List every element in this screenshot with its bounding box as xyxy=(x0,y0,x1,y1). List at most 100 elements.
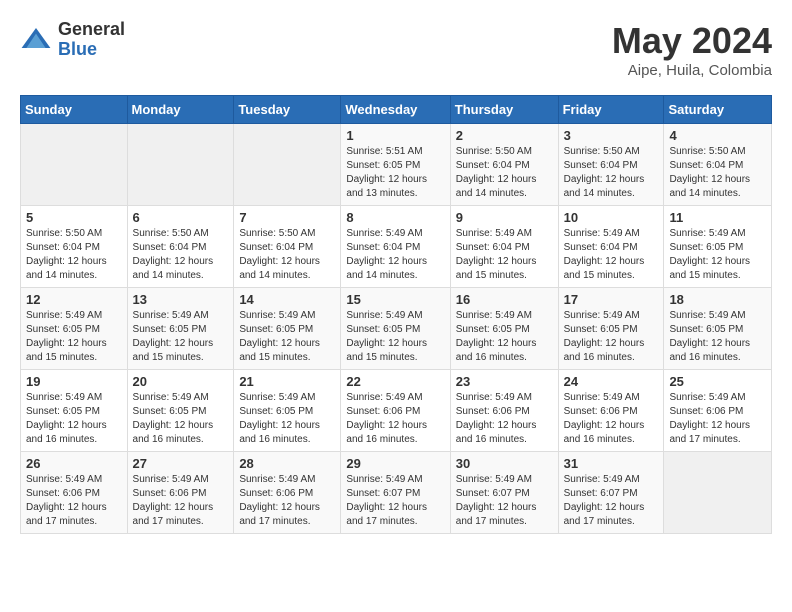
calendar-cell: 11 Sunrise: 5:49 AMSunset: 6:05 PMDayligh… xyxy=(664,206,772,288)
day-number: 27 xyxy=(133,456,229,471)
day-info: Sunrise: 5:49 AMSunset: 6:06 PMDaylight:… xyxy=(669,391,766,447)
day-number: 17 xyxy=(564,292,659,307)
day-info: Sunrise: 5:49 AMSunset: 6:07 PMDaylight:… xyxy=(456,473,553,529)
day-number: 19 xyxy=(26,374,122,389)
calendar-week-row: 26 Sunrise: 5:49 AMSunset: 6:06 PMDayligh… xyxy=(21,452,772,534)
day-info: Sunrise: 5:49 AMSunset: 6:06 PMDaylight:… xyxy=(564,391,659,447)
weekday-header: Wednesday xyxy=(341,96,450,124)
day-number: 21 xyxy=(239,374,335,389)
day-info: Sunrise: 5:49 AMSunset: 6:05 PMDaylight:… xyxy=(669,227,766,283)
day-info: Sunrise: 5:49 AMSunset: 6:05 PMDaylight:… xyxy=(239,391,335,447)
day-info: Sunrise: 5:49 AMSunset: 6:07 PMDaylight:… xyxy=(346,473,444,529)
calendar-cell xyxy=(21,124,128,206)
day-number: 14 xyxy=(239,292,335,307)
day-number: 2 xyxy=(456,128,553,143)
calendar-cell: 27Sunrise: 5:49 AMSunset: 6:06 PMDayligh… xyxy=(127,452,234,534)
calendar-cell: 3Sunrise: 5:50 AMSunset: 6:04 PMDaylight… xyxy=(558,124,664,206)
day-info: Sunrise: 5:49 AMSunset: 6:05 PMDaylight:… xyxy=(669,309,766,365)
calendar-cell: 5Sunrise: 5:50 AMSunset: 6:04 PMDaylight… xyxy=(21,206,128,288)
day-number: 9 xyxy=(456,210,553,225)
location-text: Aipe, Huila, Colombia xyxy=(612,62,772,79)
calendar-cell: 20Sunrise: 5:49 AMSunset: 6:05 PMDayligh… xyxy=(127,370,234,452)
calendar-cell: 17 Sunrise: 5:49 AMSunset: 6:05 PMDayligh… xyxy=(558,288,664,370)
day-info: Sunrise: 5:49 AMSunset: 6:05 PMDaylight:… xyxy=(456,309,553,365)
calendar-cell: 30 Sunrise: 5:49 AMSunset: 6:07 PMDayligh… xyxy=(450,452,558,534)
calendar-cell: 6 Sunrise: 5:50 AMSunset: 6:04 PMDaylight… xyxy=(127,206,234,288)
day-number: 12 xyxy=(26,292,122,307)
day-number: 24 xyxy=(564,374,659,389)
day-info: Sunrise: 5:49 AMSunset: 6:06 PMDaylight:… xyxy=(346,391,444,447)
logo: General Blue xyxy=(20,20,125,60)
calendar-cell: 21 Sunrise: 5:49 AMSunset: 6:05 PMDayligh… xyxy=(234,370,341,452)
day-info: Sunrise: 5:50 AMSunset: 6:04 PMDaylight:… xyxy=(456,145,553,201)
day-number: 26 xyxy=(26,456,122,471)
calendar-cell: 22 Sunrise: 5:49 AMSunset: 6:06 PMDayligh… xyxy=(341,370,450,452)
calendar-week-row: 5Sunrise: 5:50 AMSunset: 6:04 PMDaylight… xyxy=(21,206,772,288)
weekday-header: Sunday xyxy=(21,96,128,124)
calendar-cell: 18 Sunrise: 5:49 AMSunset: 6:05 PMDayligh… xyxy=(664,288,772,370)
day-info: Sunrise: 5:49 AMSunset: 6:04 PMDaylight:… xyxy=(564,227,659,283)
calendar-cell: 8 Sunrise: 5:49 AMSunset: 6:04 PMDaylight… xyxy=(341,206,450,288)
calendar-cell: 28 Sunrise: 5:49 AMSunset: 6:06 PMDayligh… xyxy=(234,452,341,534)
day-number: 30 xyxy=(456,456,553,471)
day-number: 1 xyxy=(346,128,444,143)
calendar-cell: 29 Sunrise: 5:49 AMSunset: 6:07 PMDayligh… xyxy=(341,452,450,534)
weekday-header-row: SundayMondayTuesdayWednesdayThursdayFrid… xyxy=(21,96,772,124)
calendar-week-row: 12 Sunrise: 5:49 AMSunset: 6:05 PMDayligh… xyxy=(21,288,772,370)
calendar-cell: 19 Sunrise: 5:49 AMSunset: 6:05 PMDayligh… xyxy=(21,370,128,452)
calendar-week-row: 19 Sunrise: 5:49 AMSunset: 6:05 PMDayligh… xyxy=(21,370,772,452)
day-number: 31 xyxy=(564,456,659,471)
day-number: 18 xyxy=(669,292,766,307)
day-info: Sunrise: 5:49 AMSunset: 6:05 PMDaylight:… xyxy=(346,309,444,365)
day-number: 7 xyxy=(239,210,335,225)
day-number: 28 xyxy=(239,456,335,471)
calendar-cell: 31 Sunrise: 5:49 AMSunset: 6:07 PMDayligh… xyxy=(558,452,664,534)
day-number: 4 xyxy=(669,128,766,143)
calendar-cell: 7Sunrise: 5:50 AMSunset: 6:04 PMDaylight… xyxy=(234,206,341,288)
weekday-header: Monday xyxy=(127,96,234,124)
calendar-cell xyxy=(234,124,341,206)
day-info: Sunrise: 5:50 AMSunset: 6:04 PMDaylight:… xyxy=(564,145,659,201)
calendar-cell: 15 Sunrise: 5:49 AMSunset: 6:05 PMDayligh… xyxy=(341,288,450,370)
weekday-header: Friday xyxy=(558,96,664,124)
calendar-table: SundayMondayTuesdayWednesdayThursdayFrid… xyxy=(20,95,772,534)
calendar-cell: 9 Sunrise: 5:49 AMSunset: 6:04 PMDaylight… xyxy=(450,206,558,288)
day-number: 16 xyxy=(456,292,553,307)
day-number: 11 xyxy=(669,210,766,225)
day-info: Sunrise: 5:49 AMSunset: 6:05 PMDaylight:… xyxy=(26,309,122,365)
logo-text: General Blue xyxy=(58,20,125,60)
day-info: Sunrise: 5:50 AMSunset: 6:04 PMDaylight:… xyxy=(133,227,229,283)
calendar-cell: 14 Sunrise: 5:49 AMSunset: 6:05 PMDayligh… xyxy=(234,288,341,370)
logo-icon xyxy=(20,24,52,56)
day-info: Sunrise: 5:49 AMSunset: 6:07 PMDaylight:… xyxy=(564,473,659,529)
calendar-cell: 4 Sunrise: 5:50 AMSunset: 6:04 PMDaylight… xyxy=(664,124,772,206)
day-info: Sunrise: 5:49 AMSunset: 6:04 PMDaylight:… xyxy=(346,227,444,283)
day-info: Sunrise: 5:50 AMSunset: 6:04 PMDaylight:… xyxy=(26,227,122,283)
day-info: Sunrise: 5:49 AMSunset: 6:05 PMDaylight:… xyxy=(26,391,122,447)
calendar-cell: 2 Sunrise: 5:50 AMSunset: 6:04 PMDaylight… xyxy=(450,124,558,206)
day-info: Sunrise: 5:50 AMSunset: 6:04 PMDaylight:… xyxy=(669,145,766,201)
day-info: Sunrise: 5:49 AMSunset: 6:06 PMDaylight:… xyxy=(26,473,122,529)
calendar-cell: 16 Sunrise: 5:49 AMSunset: 6:05 PMDayligh… xyxy=(450,288,558,370)
day-number: 22 xyxy=(346,374,444,389)
weekday-header: Saturday xyxy=(664,96,772,124)
calendar-cell: 1Sunrise: 5:51 AMSunset: 6:05 PMDaylight… xyxy=(341,124,450,206)
day-number: 10 xyxy=(564,210,659,225)
logo-blue-text: Blue xyxy=(58,40,125,60)
calendar-cell: 24 Sunrise: 5:49 AMSunset: 6:06 PMDayligh… xyxy=(558,370,664,452)
day-info: Sunrise: 5:49 AMSunset: 6:05 PMDaylight:… xyxy=(564,309,659,365)
day-number: 15 xyxy=(346,292,444,307)
day-info: Sunrise: 5:49 AMSunset: 6:06 PMDaylight:… xyxy=(239,473,335,529)
calendar-cell xyxy=(664,452,772,534)
calendar-cell: 13Sunrise: 5:49 AMSunset: 6:05 PMDayligh… xyxy=(127,288,234,370)
title-block: May 2024 Aipe, Huila, Colombia xyxy=(612,20,772,79)
day-number: 6 xyxy=(133,210,229,225)
day-number: 20 xyxy=(133,374,229,389)
day-info: Sunrise: 5:49 AMSunset: 6:04 PMDaylight:… xyxy=(456,227,553,283)
day-number: 13 xyxy=(133,292,229,307)
day-number: 8 xyxy=(346,210,444,225)
day-number: 29 xyxy=(346,456,444,471)
weekday-header: Tuesday xyxy=(234,96,341,124)
day-info: Sunrise: 5:49 AMSunset: 6:05 PMDaylight:… xyxy=(239,309,335,365)
calendar-cell: 23Sunrise: 5:49 AMSunset: 6:06 PMDayligh… xyxy=(450,370,558,452)
